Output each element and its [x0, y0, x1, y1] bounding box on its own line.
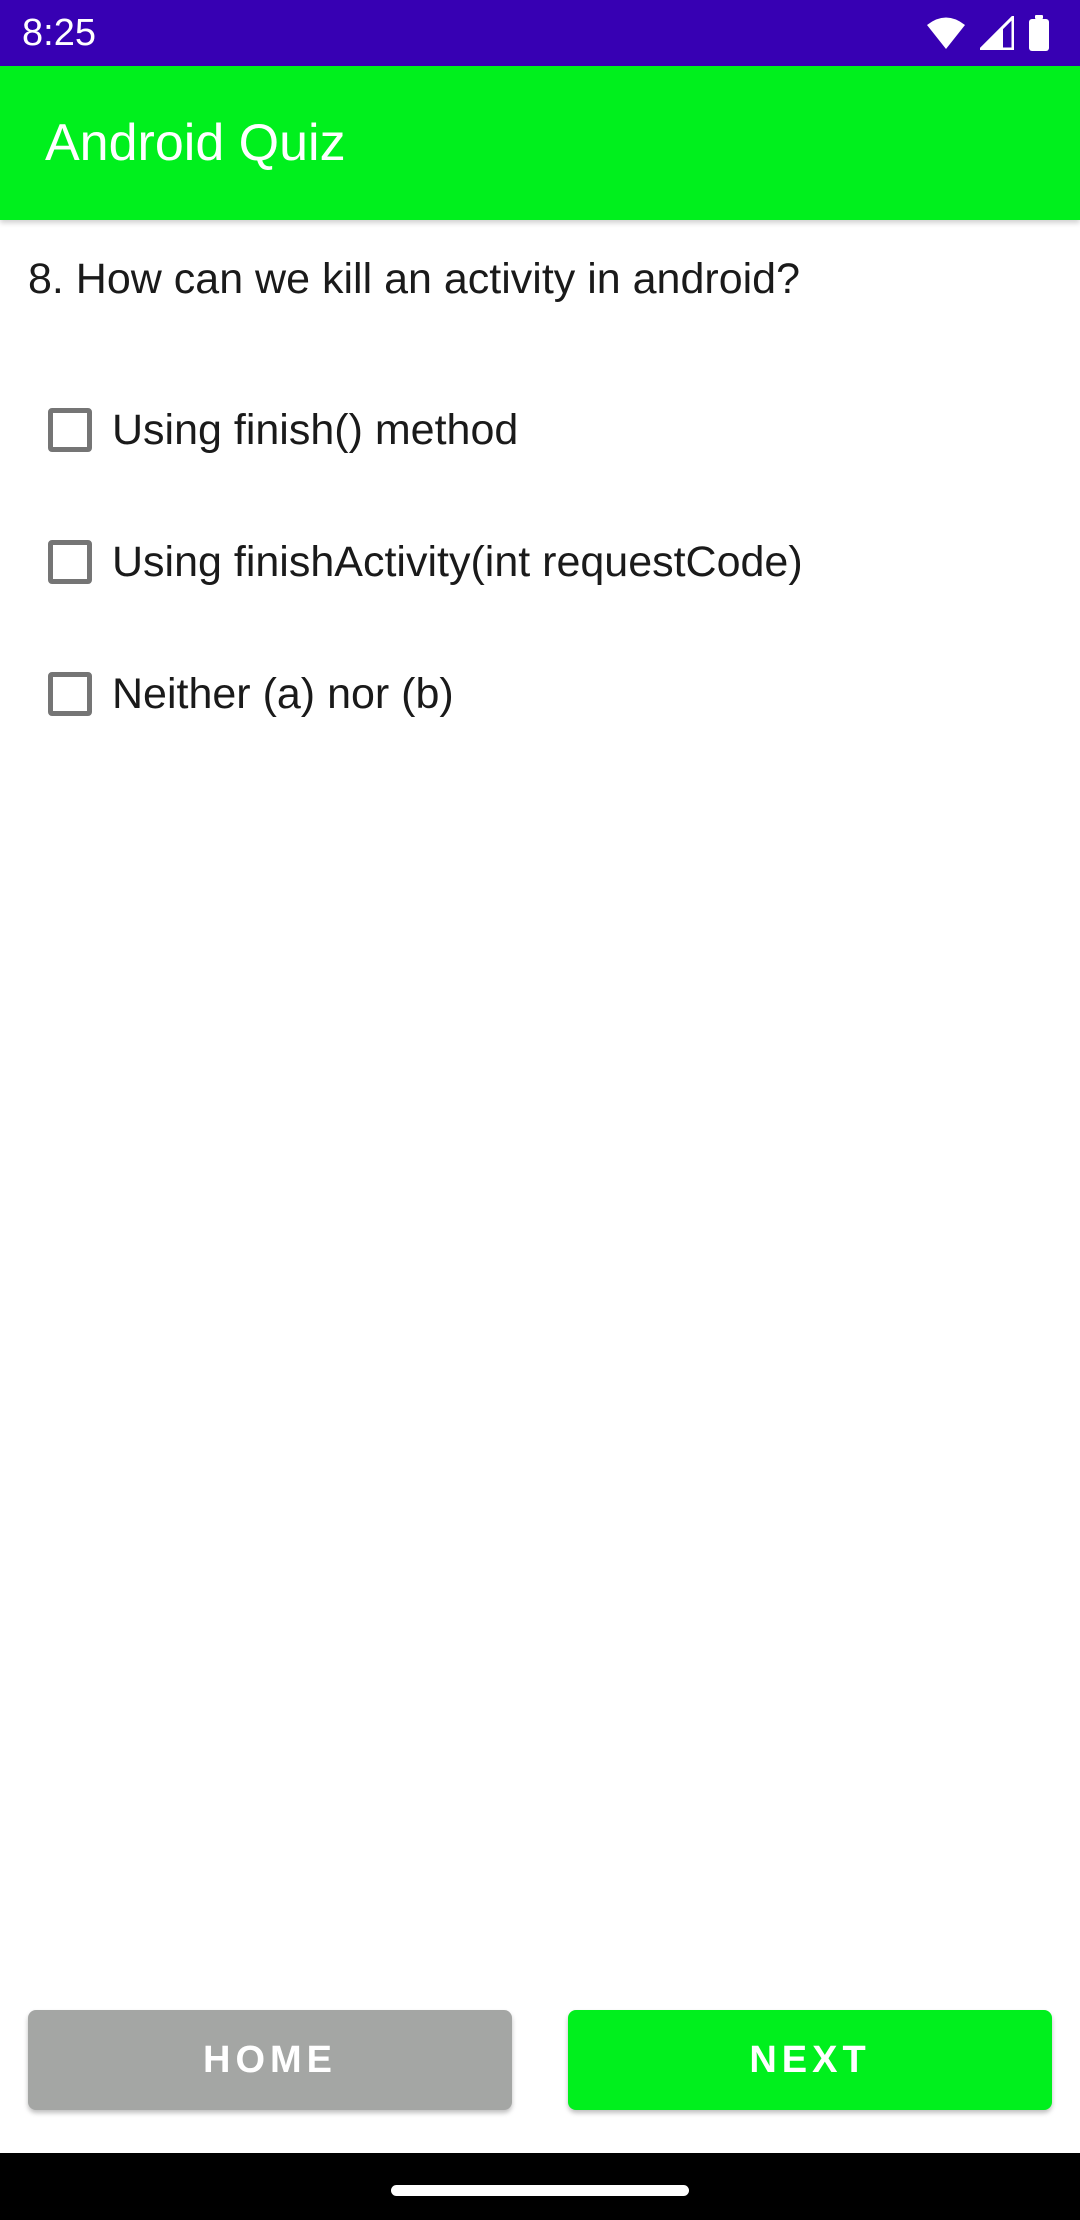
home-gesture-handle[interactable] — [391, 2185, 689, 2196]
wifi-icon — [926, 16, 966, 50]
quiz-screen: 8:25 Android Quiz 8. How can we kill an … — [0, 0, 1080, 2220]
app-bar: Android Quiz — [0, 66, 1080, 220]
checkbox-icon[interactable] — [48, 408, 92, 452]
question-text: 8. How can we kill an activity in androi… — [28, 255, 800, 303]
navigation-bar — [0, 2153, 1080, 2220]
next-button[interactable]: NEXT — [568, 2010, 1052, 2110]
option-checkbox-2[interactable]: Using finishActivity(int requestCode) — [30, 507, 1030, 617]
signal-icon — [980, 16, 1014, 50]
option-label[interactable]: Neither (a) nor (b) — [112, 666, 454, 722]
status-time: 8:25 — [22, 12, 96, 54]
option-checkbox-3[interactable]: Neither (a) nor (b) — [30, 639, 1030, 749]
status-bar: 8:25 — [0, 0, 1080, 66]
home-button[interactable]: HOME — [28, 2010, 512, 2110]
option-checkbox-1[interactable]: Using finish() method — [30, 375, 1030, 485]
checkbox-icon[interactable] — [48, 672, 92, 716]
app-title: Android Quiz — [45, 114, 346, 172]
status-icons — [926, 14, 1050, 52]
option-label[interactable]: Using finish() method — [112, 402, 518, 458]
battery-icon — [1028, 15, 1050, 51]
checkbox-icon[interactable] — [48, 540, 92, 584]
option-label[interactable]: Using finishActivity(int requestCode) — [112, 534, 803, 590]
